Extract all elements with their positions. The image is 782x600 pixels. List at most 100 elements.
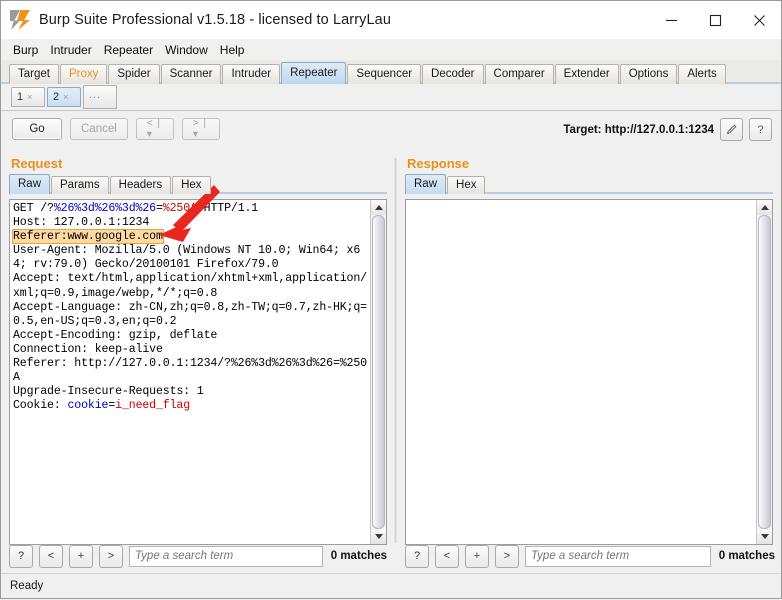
code-segment: GET /?: [13, 202, 54, 215]
menu-item-repeater[interactable]: Repeater: [99, 41, 160, 59]
request-panel: Request Raw Params Headers Hex GET /?%26%3d…: [9, 156, 387, 545]
repeater-sub-tab-strip: 1 × 2 ×...: [1, 84, 781, 111]
tab-decoder[interactable]: Decoder: [422, 64, 484, 84]
tab-target[interactable]: Target: [9, 64, 59, 84]
response-search-help-button[interactable]: ?: [405, 544, 429, 568]
sub-tab-label: 1: [17, 91, 24, 103]
tab-scanner[interactable]: Scanner: [160, 64, 222, 84]
response-search-bar: ? < + > 0 matches: [405, 544, 775, 568]
target-area: Target: http://127.0.0.1:1234 ?: [563, 118, 772, 141]
response-search-next-button[interactable]: >: [495, 544, 519, 568]
response-match-count: 0 matches: [718, 550, 775, 562]
request-line: Host: 127.0.0.1:1234: [13, 216, 367, 230]
code-segment: =: [155, 202, 163, 215]
scroll-down-icon[interactable]: [371, 529, 386, 544]
scroll-up-icon[interactable]: [371, 200, 386, 215]
tab-comparer[interactable]: Comparer: [484, 64, 554, 84]
code-segment: Accept-Encoding: gzip, deflate: [13, 328, 218, 342]
request-tab-strip: Raw Params Headers Hex: [9, 174, 387, 194]
back-button[interactable]: < | ▾: [135, 118, 174, 140]
close-icon[interactable]: [737, 1, 781, 39]
status-text: Ready: [10, 580, 44, 592]
response-panel: Response Raw Hex: [405, 156, 773, 545]
response-scrollbar[interactable]: [756, 200, 772, 544]
request-line: Accept-Encoding: gzip, deflate: [13, 329, 367, 343]
code-segment: Upgrade-Insecure-Requests: 1: [13, 385, 204, 399]
burp-logo-icon: [10, 10, 30, 30]
repeater-sub-tab-1[interactable]: 1 ×: [11, 87, 45, 107]
request-tab-hex[interactable]: Hex: [172, 176, 211, 194]
request-scrollbar[interactable]: [370, 200, 386, 544]
response-search-input[interactable]: [525, 545, 711, 567]
code-segment: %26%3d%26%3d%26: [53, 202, 156, 215]
window-title: Burp Suite Professional v1.5.18 - licens…: [39, 12, 391, 28]
main-tab-strip: Target Proxy Spider Scanner Intruder Repeater…: [1, 60, 781, 84]
request-line: Accept-Language: zh-CN,zh;q=0.8,zh-TW;q=…: [13, 301, 367, 329]
tab-sequencer[interactable]: Sequencer: [347, 64, 422, 84]
menu-bar: Burp Intruder Repeater Window Help: [1, 39, 781, 60]
code-segment: Connection: keep-alive: [13, 342, 163, 356]
cancel-button[interactable]: Cancel: [70, 118, 128, 140]
maximize-icon[interactable]: [693, 1, 737, 39]
go-button[interactable]: Go: [12, 118, 62, 140]
response-tab-strip: Raw Hex: [405, 174, 773, 194]
code-segment: Cookie:: [13, 399, 68, 413]
request-line: Cookie: cookie=i_need_flag: [13, 399, 367, 413]
close-icon[interactable]: ×: [63, 92, 68, 102]
request-line: Accept: text/html,application/xhtml+xml,…: [13, 272, 367, 300]
request-tab-headers[interactable]: Headers: [109, 176, 172, 194]
request-match-count: 0 matches: [330, 550, 387, 562]
sub-tab-label: 2: [53, 91, 60, 103]
request-line: GET /?%26%3d%26%3d%26=%250A HTTP/1.1: [13, 202, 367, 216]
request-editor[interactable]: GET /?%26%3d%26%3d%26=%250A HTTP/1.1 Host…: [10, 200, 370, 544]
response-editor[interactable]: [406, 200, 756, 544]
repeater-new-tab-button[interactable]: ...: [83, 85, 117, 109]
menu-item-window[interactable]: Window: [160, 41, 215, 59]
tab-repeater[interactable]: Repeater: [281, 62, 347, 84]
forward-button[interactable]: > | ▾: [181, 118, 220, 140]
panel-splitter[interactable]: [394, 158, 397, 543]
response-panel-title: Response: [407, 156, 470, 171]
code-segment: %250A: [162, 202, 197, 215]
response-search-add-button[interactable]: +: [465, 544, 489, 568]
code-segment: Accept-Language: zh-CN,zh;q=0.8,zh-TW;q=…: [13, 300, 367, 328]
menu-item-burp[interactable]: Burp: [8, 41, 45, 59]
close-icon[interactable]: ×: [27, 92, 32, 102]
response-search-prev-button[interactable]: <: [435, 544, 459, 568]
title-bar: Burp Suite Professional v1.5.18 - licens…: [1, 1, 781, 39]
response-tab-hex[interactable]: Hex: [447, 176, 486, 194]
code-segment: Host: 127.0.0.1:1234: [13, 216, 150, 230]
request-search-next-button[interactable]: >: [99, 544, 123, 568]
burp-suite-window: Burp Suite Professional v1.5.18 - licens…: [0, 0, 782, 599]
menu-item-help[interactable]: Help: [215, 41, 252, 59]
tab-spider[interactable]: Spider: [108, 64, 160, 84]
repeater-sub-tab-2[interactable]: 2 ×: [47, 87, 81, 107]
scroll-up-icon[interactable]: [757, 200, 772, 215]
tab-options[interactable]: Options: [619, 64, 678, 84]
request-line: Referer: http://127.0.0.1:1234/?%26%3d%2…: [13, 357, 367, 385]
minimize-icon[interactable]: [649, 1, 693, 39]
scrollbar-thumb[interactable]: [758, 215, 771, 529]
response-editor-wrap: [405, 199, 773, 545]
tab-intruder[interactable]: Intruder: [222, 64, 281, 84]
request-search-help-button[interactable]: ?: [9, 544, 33, 568]
tab-extender[interactable]: Extender: [554, 64, 619, 84]
request-search-prev-button[interactable]: <: [39, 544, 63, 568]
target-help-button[interactable]: ?: [749, 118, 772, 141]
tab-alerts[interactable]: Alerts: [678, 64, 726, 84]
tab-proxy[interactable]: Proxy: [59, 64, 108, 84]
request-search-add-button[interactable]: +: [69, 544, 93, 568]
request-search-input[interactable]: [129, 545, 323, 567]
request-line: Connection: keep-alive: [13, 343, 367, 357]
scroll-down-icon[interactable]: [757, 529, 772, 544]
menu-item-intruder[interactable]: Intruder: [45, 41, 98, 59]
panels-container: Request Raw Params Headers Hex GET /?%26%3d…: [1, 156, 781, 545]
request-tab-params[interactable]: Params: [51, 176, 109, 194]
request-tab-raw[interactable]: Raw: [9, 174, 51, 194]
repeater-toolbar: Go Cancel < | ▾ > | ▾ Target: http://127…: [1, 111, 781, 147]
code-segment: Referer: http://127.0.0.1:1234/?%26%3d%2…: [13, 357, 367, 385]
code-segment: HTTP/1.1: [196, 202, 259, 215]
response-tab-raw[interactable]: Raw: [405, 174, 447, 194]
pencil-icon[interactable]: [720, 118, 743, 141]
scrollbar-thumb[interactable]: [372, 215, 385, 529]
